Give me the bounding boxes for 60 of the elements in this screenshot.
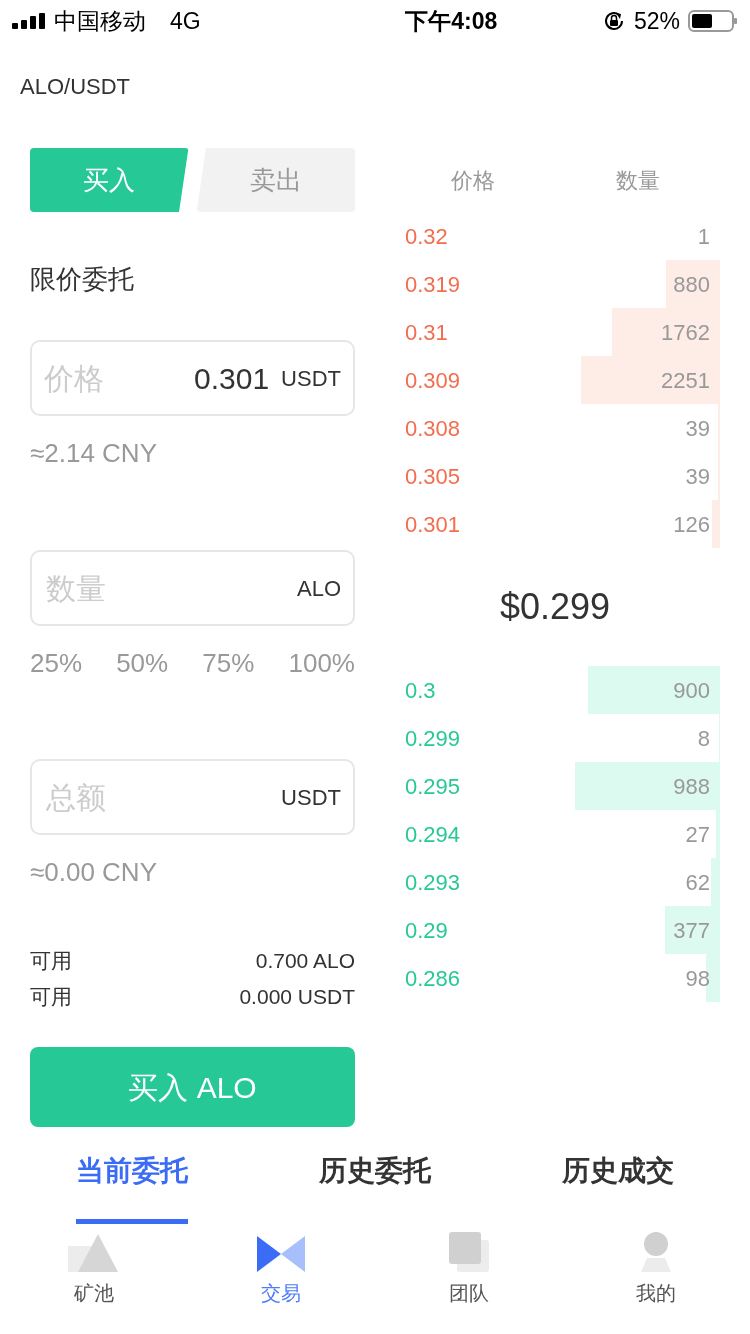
nav-tab[interactable]: 我的 bbox=[596, 1232, 717, 1308]
unit-label: ALO bbox=[296, 574, 341, 603]
bowtie-icon bbox=[257, 1236, 306, 1272]
order-amount: 8 bbox=[697, 724, 710, 753]
price-input[interactable]: 0.301 bbox=[104, 354, 282, 402]
cny-estimate: ≈2.14 CNY bbox=[30, 438, 157, 468]
carrier-name: 中国移动 bbox=[54, 6, 146, 36]
order-type-label: 限价委托 bbox=[30, 264, 134, 294]
order-price: 0.32 bbox=[405, 222, 448, 251]
column-header: 价格 bbox=[450, 166, 495, 195]
order-tab[interactable]: 历史成交 bbox=[562, 1136, 675, 1224]
order-price: 0.319 bbox=[405, 270, 461, 299]
network-type: 4G bbox=[170, 6, 201, 36]
order-price: 0.3 bbox=[405, 676, 436, 705]
order-amount: 39 bbox=[685, 462, 710, 491]
order-price: 0.29 bbox=[405, 916, 448, 945]
order-amount: 39 bbox=[685, 414, 710, 443]
order-amount: 62 bbox=[685, 868, 710, 897]
order-price: 0.294 bbox=[405, 820, 461, 849]
cards-icon bbox=[448, 1232, 489, 1272]
order-amount: 377 bbox=[673, 916, 710, 945]
order-amount: 900 bbox=[673, 676, 710, 705]
user-icon bbox=[639, 1232, 674, 1272]
order-amount: 1 bbox=[697, 222, 710, 251]
unit-label: USDT bbox=[281, 364, 341, 393]
battery-icon bbox=[688, 9, 738, 33]
order-amount: 27 bbox=[685, 820, 710, 849]
order-price: 0.308 bbox=[405, 414, 461, 443]
nav-tab[interactable]: 团队 bbox=[408, 1232, 529, 1308]
battery-percent: 52% bbox=[633, 6, 680, 36]
order-price: 0.295 bbox=[405, 772, 461, 801]
order-amount: 126 bbox=[673, 510, 710, 539]
order-amount: 880 bbox=[673, 270, 710, 299]
order-price: 0.293 bbox=[405, 868, 461, 897]
order-tab[interactable]: 当前委托 bbox=[75, 1136, 188, 1224]
column-header: 数量 bbox=[615, 166, 660, 195]
order-amount: 98 bbox=[685, 964, 710, 993]
balance-value: 0.700 ALO bbox=[255, 948, 355, 974]
clock-time: 下午4:08 bbox=[405, 6, 498, 36]
order-price: 0.305 bbox=[405, 462, 461, 491]
order-price: 0.309 bbox=[405, 366, 461, 395]
order-price: 0.286 bbox=[405, 964, 461, 993]
last-price: $0.299 bbox=[499, 585, 611, 629]
balance-value: 0.000 USDT bbox=[239, 984, 355, 1010]
balance-label: 可用 bbox=[30, 948, 72, 974]
nav-tab[interactable]: 交易 bbox=[221, 1232, 342, 1308]
order-amount: 988 bbox=[673, 772, 710, 801]
order-price: 0.299 bbox=[405, 724, 461, 753]
pair-title: ALO/USDT bbox=[20, 74, 131, 99]
order-tab[interactable]: 历史委托 bbox=[319, 1136, 431, 1224]
unit-label: USDT bbox=[281, 783, 341, 812]
balance-label: 可用 bbox=[30, 984, 72, 1010]
nav-tab[interactable]: 矿池 bbox=[33, 1232, 154, 1308]
mountain-icon bbox=[67, 1234, 120, 1272]
cny-estimate: ≈0.00 CNY bbox=[30, 857, 157, 887]
order-amount: 2251 bbox=[661, 366, 710, 395]
signal-icon bbox=[12, 13, 46, 29]
order-price: 0.31 bbox=[405, 318, 448, 347]
order-price: 0.301 bbox=[405, 510, 461, 539]
order-amount: 1762 bbox=[661, 318, 710, 347]
